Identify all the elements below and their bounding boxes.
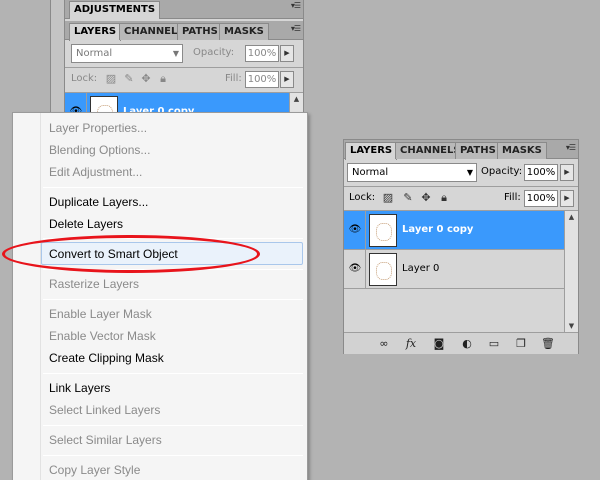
- scroll-up-icon[interactable]: ▲: [565, 211, 578, 223]
- lock-label: Lock:: [349, 192, 376, 203]
- layer-thumbnail: [369, 253, 397, 286]
- menu-item-duplicate-layers[interactable]: Duplicate Layers...: [49, 194, 148, 210]
- panel-menu-icon[interactable]: ▾☰: [566, 143, 576, 152]
- mask-icon[interactable]: ◙: [432, 337, 446, 350]
- tab-paths[interactable]: PATHS: [177, 23, 223, 40]
- link-icon[interactable]: ∞: [377, 337, 391, 350]
- fill-label: Fill:: [504, 192, 521, 203]
- visibility-toggle[interactable]: 👁︎: [344, 211, 366, 249]
- lock-move-icon[interactable]: ✥: [140, 73, 152, 85]
- menu-item-select-similar-layers: Select Similar Layers: [49, 433, 162, 447]
- lock-brush-icon[interactable]: ✎: [123, 73, 135, 85]
- chevron-down-icon: ▼: [172, 49, 179, 58]
- opacity-label: Opacity:: [193, 47, 235, 58]
- menu-item-link-layers[interactable]: Link Layers: [49, 380, 110, 396]
- lock-brush-icon[interactable]: ✎: [402, 192, 414, 204]
- divider: [65, 67, 303, 68]
- adjustment-icon[interactable]: ◐: [460, 337, 474, 350]
- group-folder-icon[interactable]: ▭: [487, 337, 501, 350]
- lock-transparent-icon[interactable]: ▨: [105, 73, 117, 85]
- eye-icon: 👁︎: [348, 224, 362, 235]
- adjustments-tabbar: ADJUSTMENTS ▾☰: [65, 0, 303, 19]
- blend-mode-select[interactable]: Normal ▼: [347, 163, 477, 182]
- menu-item-enable-layer-mask: Enable Layer Mask: [49, 307, 152, 321]
- fill-field[interactable]: 100%: [524, 190, 558, 207]
- fill-label: Fill:: [225, 73, 242, 84]
- menu-item-enable-vector-mask: Enable Vector Mask: [49, 329, 156, 343]
- menu-separator: [43, 187, 303, 188]
- blend-mode-value: Normal: [76, 48, 113, 59]
- menu-item-select-linked-layers: Select Linked Layers: [49, 403, 161, 417]
- fill-field[interactable]: 100%: [245, 71, 279, 88]
- layer-row-layer-0-copy[interactable]: 👁︎ Layer 0 copy: [344, 211, 564, 250]
- lock-transparent-icon[interactable]: ▨: [382, 192, 394, 204]
- menu-item-blending-options: Blending Options...: [49, 143, 151, 157]
- panel-menu-icon[interactable]: ▾☰: [291, 1, 301, 10]
- layer-row-layer-0[interactable]: 👁︎ Layer 0: [344, 250, 564, 289]
- menu-gutter: [40, 113, 41, 480]
- lock-move-icon[interactable]: ✥: [420, 192, 432, 204]
- tab-layers[interactable]: LAYERS: [69, 23, 122, 41]
- tab-masks[interactable]: MASKS: [497, 142, 547, 159]
- menu-separator: [43, 373, 303, 374]
- lock-all-icon[interactable]: 🔒︎: [157, 73, 169, 85]
- layer-name: Layer 0: [402, 263, 440, 274]
- scroll-down-icon[interactable]: ▼: [565, 320, 578, 332]
- blend-mode-value: Normal: [352, 167, 389, 178]
- layer-thumbnail: [369, 214, 397, 247]
- tab-paths[interactable]: PATHS: [455, 142, 501, 159]
- menu-item-create-clipping-mask[interactable]: Create Clipping Mask: [49, 350, 164, 366]
- annotation-ellipse: [2, 235, 260, 273]
- opacity-field[interactable]: 100%: [245, 45, 279, 62]
- menu-separator: [43, 299, 303, 300]
- lock-all-icon[interactable]: 🔒︎: [438, 192, 450, 204]
- layers-bottom-toolbar: ∞ fx ◙ ◐ ▭ ❐ 🗑︎: [344, 332, 578, 354]
- menu-item-rasterize-layers: Rasterize Layers: [49, 277, 140, 291]
- menu-item-copy-layer-style: Copy Layer Style: [49, 463, 141, 477]
- opacity-label: Opacity:: [481, 166, 523, 177]
- tab-layers[interactable]: LAYERS: [345, 142, 398, 160]
- chevron-down-icon: ▼: [466, 168, 473, 177]
- layer-name: Layer 0 copy: [402, 224, 474, 235]
- divider: [344, 186, 578, 187]
- layers-panel: LAYERS CHANNELS PATHS MASKS ▾☰ Normal ▼ …: [343, 139, 579, 354]
- menu-separator: [43, 455, 303, 456]
- lock-label: Lock:: [71, 73, 98, 84]
- back-tabbar: LAYERS CHANNELS PATHS MASKS ▾☰: [65, 21, 303, 41]
- fx-icon[interactable]: fx: [404, 337, 418, 350]
- menu-item-layer-properties: Layer Properties...: [49, 121, 148, 135]
- layers-tabbar: LAYERS CHANNELS PATHS MASKS ▾☰: [344, 140, 578, 160]
- opacity-stepper[interactable]: ▶: [280, 45, 294, 62]
- panel-menu-icon[interactable]: ▾☰: [291, 24, 301, 33]
- menu-item-edit-adjustment: Edit Adjustment...: [49, 165, 143, 179]
- trash-icon[interactable]: 🗑︎: [541, 337, 555, 350]
- menu-item-delete-layers[interactable]: Delete Layers: [49, 216, 123, 232]
- new-layer-icon[interactable]: ❐: [514, 337, 528, 350]
- blend-mode-select[interactable]: Normal ▼: [71, 44, 183, 63]
- opacity-stepper[interactable]: ▶: [560, 164, 574, 181]
- tab-masks[interactable]: MASKS: [219, 23, 269, 40]
- fill-stepper[interactable]: ▶: [280, 71, 294, 88]
- eye-icon: 👁︎: [348, 263, 362, 274]
- tab-adjustments[interactable]: ADJUSTMENTS: [69, 1, 161, 19]
- fill-stepper[interactable]: ▶: [560, 190, 574, 207]
- opacity-field[interactable]: 100%: [524, 164, 558, 181]
- visibility-toggle[interactable]: 👁︎: [344, 250, 366, 288]
- layer-context-menu: Layer Properties... Blending Options... …: [12, 112, 308, 480]
- menu-separator: [43, 425, 303, 426]
- layers-scrollbar[interactable]: ▲ ▼: [564, 211, 578, 332]
- scroll-up-icon[interactable]: ▲: [290, 93, 303, 105]
